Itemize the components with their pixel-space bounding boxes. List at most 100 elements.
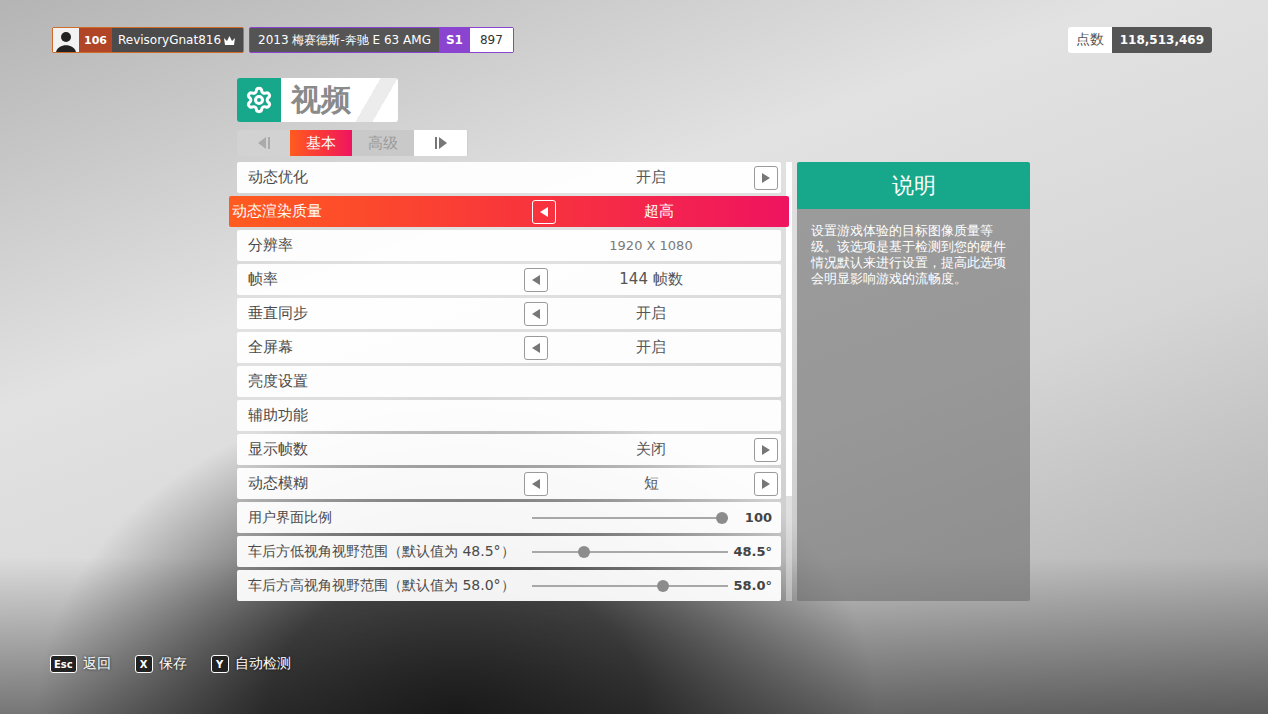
slider-control[interactable]: 100 [531,510,781,525]
right-arrow-button[interactable] [754,472,778,496]
slider-knob[interactable] [657,580,669,592]
setting-row[interactable]: 动态优化 开启 [237,162,781,193]
setting-value: 关闭 [549,440,753,459]
setting-label: 亮度设置 [248,372,523,391]
left-arrow-icon [532,275,540,285]
left-arrow-icon [532,343,540,353]
setting-row[interactable]: 动态渲染质量 超高 [229,196,789,227]
scrollbar[interactable] [786,162,792,601]
slider-knob[interactable] [716,512,728,524]
car-class: S1 [439,28,470,52]
key-cap: Y [211,655,229,673]
tab[interactable]: 基本 [290,130,352,156]
option-control[interactable]: 开启 [523,302,781,326]
setting-label: 动态渲染质量 [232,202,523,221]
player-name: RevisoryGnat816 [112,28,243,52]
setting-label: 帧率 [248,270,523,289]
setting-row[interactable]: 帧率 144 帧数 [237,264,781,295]
right-arrow-icon [762,445,770,455]
setting-row[interactable]: 动态模糊短 [237,468,781,499]
slider-control[interactable]: 58.0° [531,578,781,593]
hint-label: 返回 [83,655,111,673]
key-cap: Esc [50,655,77,673]
setting-label: 用户界面比例 [248,509,531,527]
description-text: 设置游戏体验的目标图像质量等级。该选项是基于检测到您的硬件情况默认来进行设置，提… [797,209,1030,601]
slider-track[interactable] [532,579,728,593]
left-arrow-button[interactable] [524,336,548,360]
setting-row[interactable]: 全屏幕开启 [237,332,781,363]
setting-value: 144 帧数 [549,270,753,289]
right-arrow-icon [762,173,770,183]
page-title: 视频 [237,78,1268,122]
option-control[interactable]: 超高 [523,200,789,224]
settings-list: 动态优化开启动态渲染质量超高分辨率1920 X 1080帧率144 帧数垂直同步… [237,162,781,601]
player-level: 106 [79,28,112,52]
setting-value: 开启 [549,168,753,187]
left-arrow-button[interactable] [524,268,548,292]
setting-row[interactable]: 用户界面比例100 [237,502,781,533]
left-arrow-button[interactable] [524,302,548,326]
left-arrow-icon [532,309,540,319]
slider-knob[interactable] [578,546,590,558]
setting-label: 车后方高视角视野范围（默认值为 58.0°） [248,577,531,595]
setting-label: 辅助功能 [248,406,523,425]
option-control[interactable]: 开启 [523,166,781,190]
crown-icon [224,36,235,45]
top-bar: 106RevisoryGnat8162013 梅赛德斯-奔驰 E 63 AMGS… [0,0,1268,53]
setting-value: 短 [549,474,753,493]
car-name: 2013 梅赛德斯-奔驰 E 63 AMG [250,28,439,52]
points-label: 点数 [1068,27,1112,53]
left-arrow-icon [540,207,548,217]
setting-row[interactable]: 分辨率 1920 X 1080 [237,230,781,261]
slider-value: 58.0° [732,578,772,593]
setting-row[interactable]: 车后方低视角视野范围（默认值为 48.5°） 48.5° [237,536,781,567]
setting-row[interactable]: 辅助功能 [237,400,781,431]
option-control[interactable]: 144 帧数 [523,268,781,292]
key-hint[interactable]: Y 自动检测 [211,655,291,673]
setting-label: 显示帧数 [248,440,523,459]
setting-row[interactable]: 亮度设置 [237,366,781,397]
setting-label: 动态优化 [248,168,523,187]
right-arrow-icon [762,479,770,489]
setting-label: 垂直同步 [248,304,523,323]
tab[interactable]: 高级 [352,130,414,156]
slider-track[interactable] [532,545,728,559]
slider-control[interactable]: 48.5° [531,544,781,559]
previous-tab-button[interactable] [237,130,290,156]
option-control[interactable]: 1920 X 1080 [523,234,781,258]
description-title: 说明 [797,162,1030,209]
option-control[interactable]: 关闭 [523,438,781,462]
hint-label: 保存 [159,655,187,673]
setting-row[interactable]: 垂直同步 开启 [237,298,781,329]
setting-row[interactable]: 显示帧数 关闭 [237,434,781,465]
setting-label: 车后方低视角视野范围（默认值为 48.5°） [248,543,531,561]
hint-label: 自动检测 [235,655,291,673]
description-panel: 说明设置游戏体验的目标图像质量等级。该选项是基于检测到您的硬件情况默认来进行设置… [797,162,1030,601]
setting-row[interactable]: 车后方高视角视野范围（默认值为 58.0°） 58.0° [237,570,781,601]
setting-value: 开启 [549,304,753,323]
profile-badge: 106RevisoryGnat816 [52,27,244,53]
option-control[interactable]: 短 [523,472,781,496]
gear-icon [245,86,273,114]
right-arrow-button[interactable] [754,438,778,462]
setting-value: 1920 X 1080 [549,238,753,253]
slider-track[interactable] [532,511,728,525]
key-hint[interactable]: X保存 [135,655,187,673]
setting-label: 分辨率 [248,236,523,255]
page-title-text: 视频 [281,78,398,122]
option-control[interactable]: 开启 [523,336,781,360]
key-hint[interactable]: Esc 返回 [50,655,111,673]
left-arrow-button[interactable] [532,200,556,224]
next-tab-button[interactable] [414,130,467,156]
tab-bar: 基本高级 [237,130,468,156]
left-arrow-button[interactable] [524,472,548,496]
car-badge: 2013 梅赛德斯-奔驰 E 63 AMGS1897 [249,27,514,53]
car-rating: 897 [470,28,513,52]
setting-value: 超高 [557,202,761,221]
slider-value: 48.5° [732,544,772,559]
setting-value: 开启 [549,338,753,357]
right-arrow-button[interactable] [754,166,778,190]
left-tab-arrow-icon [257,137,271,149]
right-tab-arrow-icon [434,137,448,149]
points-value: 118,513,469 [1112,27,1212,53]
